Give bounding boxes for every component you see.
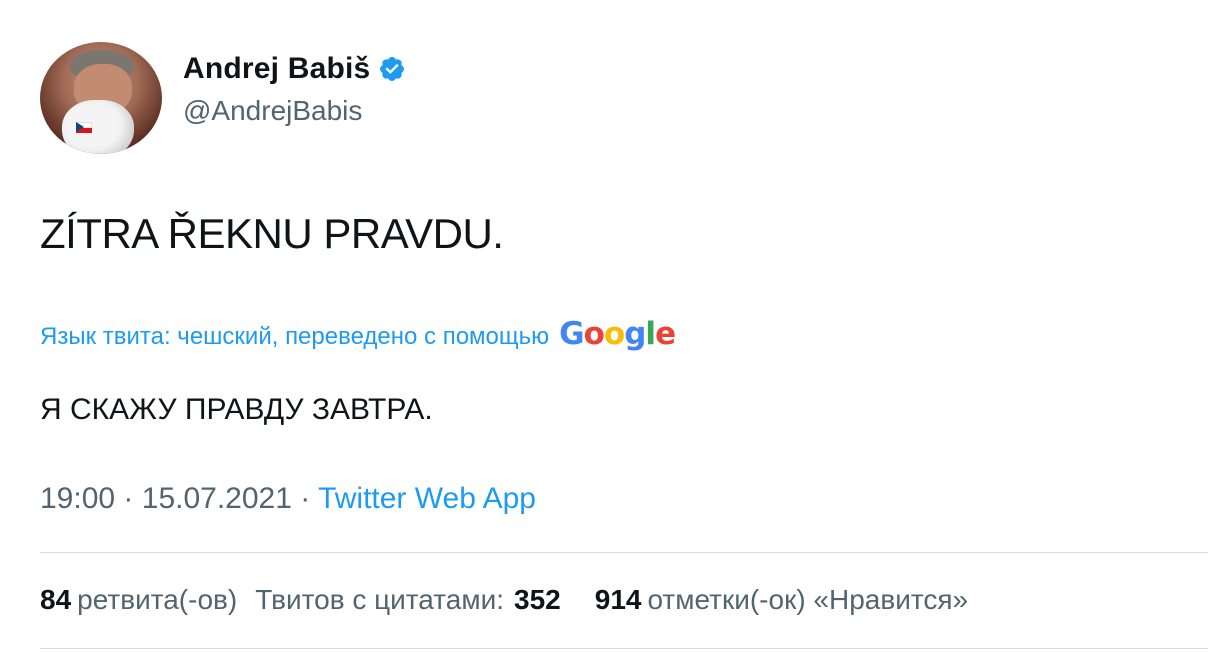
translation-label[interactable]: Язык твита: чешский, переведено с помощь…: [40, 323, 549, 351]
tweet-text: ZÍTRA ŘEKNU PRAVDU.: [40, 210, 504, 257]
likes-stat[interactable]: 914 отметки(-ок) «Нравится»: [595, 584, 968, 616]
likes-count: 914: [594, 584, 642, 615]
author-name-row: Andrej Babiš: [183, 52, 406, 86]
divider: [40, 648, 1208, 649]
google-logo: Google: [559, 316, 676, 352]
tweet-source-link[interactable]: Twitter Web App: [318, 482, 536, 515]
meta-separator: ·: [300, 482, 311, 515]
tweet-time[interactable]: 19:00: [40, 482, 115, 515]
divider: [40, 552, 1208, 553]
translation-notice: Язык твита: чешский, переведено с помощь…: [40, 316, 676, 352]
quotes-label: Твитов с цитатами:: [255, 584, 505, 615]
verified-badge-icon: [378, 55, 406, 83]
author-avatar[interactable]: [40, 42, 162, 154]
translated-text: Я СКАЖУ ПРАВДУ ЗАВТРА.: [40, 393, 433, 426]
meta-separator: ·: [123, 482, 134, 515]
tweet-stats: 84 ретвита(-ов) Твитов с цитатами: 352 914…: [40, 584, 986, 616]
retweets-stat[interactable]: 84 ретвита(-ов): [40, 584, 237, 616]
retweets-label: ретвита(-ов): [77, 584, 238, 615]
likes-label: отметки(-ок) «Нравится»: [647, 584, 969, 615]
retweets-count: 84: [40, 584, 72, 615]
quotes-stat[interactable]: Твитов с цитатами: 352: [255, 584, 577, 616]
author-display-name[interactable]: Andrej Babiš: [183, 52, 370, 86]
tweet-meta: 19:00 · 15.07.2021 · Twitter Web App: [40, 482, 536, 516]
avatar-mask: [62, 100, 134, 154]
tweet-date[interactable]: 15.07.2021: [142, 482, 292, 515]
tweet-card: Andrej Babiš @AndrejBabis ZÍTRA ŘEKNU PR…: [0, 0, 1208, 653]
author-handle[interactable]: @AndrejBabis: [183, 95, 362, 127]
quotes-count: 352: [514, 584, 561, 615]
czech-flag-icon: [76, 122, 92, 133]
